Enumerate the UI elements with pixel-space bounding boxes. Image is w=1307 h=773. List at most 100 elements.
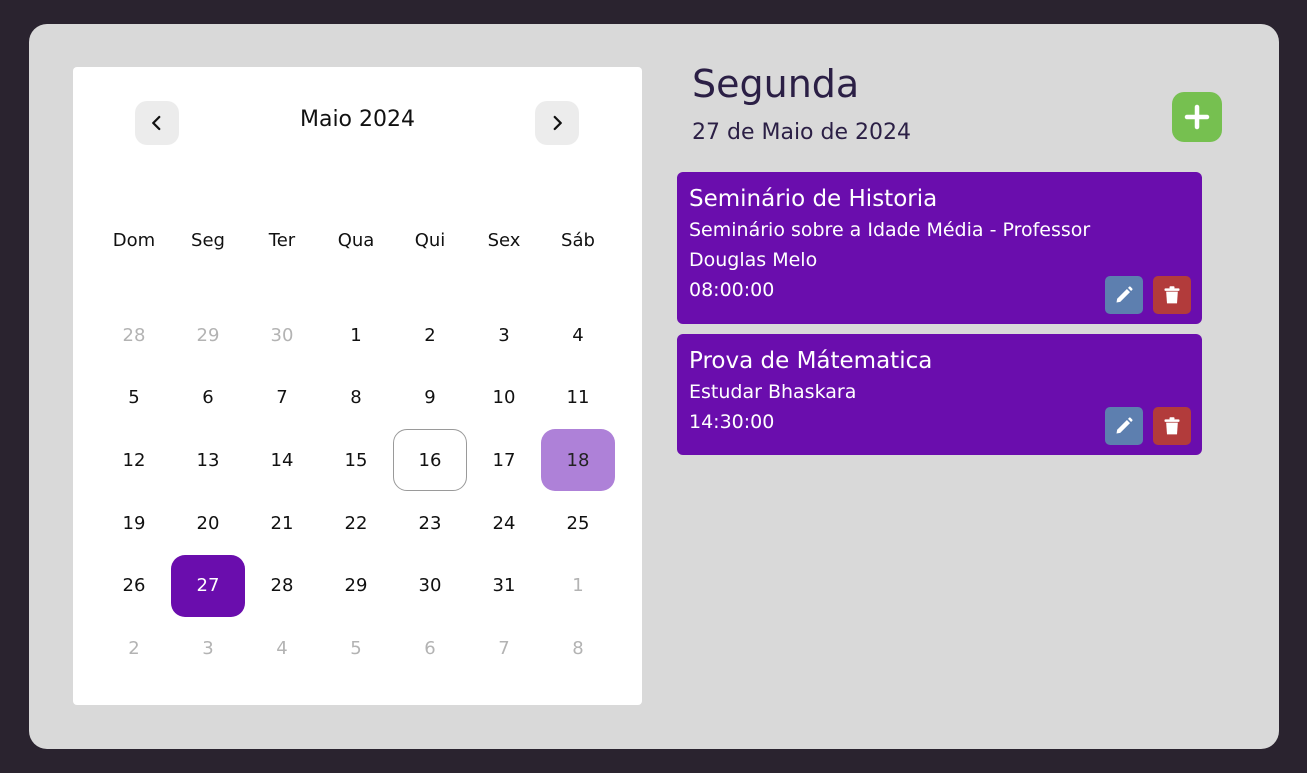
weekday-header: Dom Seg Ter Qua Qui Sex Sáb [97,229,617,253]
calendar-day-number: 31 [492,575,516,597]
calendar-day[interactable]: 17 [467,429,541,492]
calendar-day[interactable]: 3 [467,304,541,367]
calendar-day-number: 24 [492,512,516,534]
calendar-day[interactable]: 28 [97,304,171,367]
trash-icon [1164,417,1180,435]
calendar-day-number: 1 [350,324,362,346]
calendar-day-number: 6 [202,387,214,409]
calendar-day[interactable]: 22 [319,492,393,555]
calendar-day[interactable]: 27 [171,554,245,617]
calendar-day-number: 12 [122,449,146,471]
calendar-day-number: 13 [196,449,220,471]
calendar-day[interactable]: 25 [541,492,615,555]
calendar-day[interactable]: 29 [319,554,393,617]
calendar-day[interactable]: 29 [171,304,245,367]
calendar-day-number: 5 [128,387,140,409]
calendar-day-number: 21 [270,512,294,534]
calendar-day-number: 28 [122,324,146,346]
calendar: Maio 2024 Dom Seg Ter Qua Qui Sex Sáb 28… [73,67,642,705]
calendar-day-number: 23 [418,512,442,534]
event-description: Seminário sobre a Idade Média - Professo… [689,219,1091,271]
calendar-day-number: 25 [566,512,590,534]
calendar-day[interactable]: 20 [171,492,245,555]
calendar-day[interactable]: 7 [245,367,319,430]
calendar-day-number: 8 [572,637,584,659]
calendar-day[interactable]: 4 [245,617,319,680]
calendar-day-number: 5 [350,637,362,659]
calendar-day[interactable]: 16 [393,429,467,492]
calendar-day[interactable]: 9 [393,367,467,430]
calendar-day-number: 20 [196,512,220,534]
selected-full-date: 27 de Maio de 2024 [692,120,911,145]
weekday-label: Qua [337,230,375,251]
calendar-day-number: 2 [424,324,436,346]
calendar-day[interactable]: 2 [97,617,171,680]
calendar-day-number: 7 [276,387,288,409]
calendar-day-number: 30 [418,575,442,597]
delete-event-button[interactable] [1153,276,1191,314]
event-card[interactable]: Seminário de Historia Seminário sobre a … [677,172,1202,324]
event-title: Seminário de Historia [689,186,938,212]
calendar-day[interactable]: 24 [467,492,541,555]
calendar-day-number: 11 [566,387,590,409]
weekday-label: Dom [112,230,156,251]
delete-event-button[interactable] [1153,407,1191,445]
calendar-day-number: 26 [122,575,146,597]
event-actions [1105,407,1191,445]
calendar-day[interactable]: 18 [541,429,615,492]
event-card[interactable]: Prova de Mátematica Estudar Bhaskara 14:… [677,334,1202,455]
weekday-label: Qui [414,230,446,251]
calendar-day[interactable]: 30 [245,304,319,367]
calendar-day[interactable]: 5 [319,617,393,680]
event-title: Prova de Mátematica [689,348,933,374]
chevron-right-icon [553,115,562,131]
calendar-day-number: 30 [270,324,294,346]
weekday-label: Ter [268,230,296,251]
calendar-day-number: 9 [424,387,436,409]
calendar-day[interactable]: 6 [393,617,467,680]
calendar-day[interactable]: 23 [393,492,467,555]
calendar-day[interactable]: 2 [393,304,467,367]
calendar-day[interactable]: 10 [467,367,541,430]
calendar-day[interactable]: 1 [319,304,393,367]
calendar-day-number: 15 [344,449,368,471]
calendar-day-number: 8 [350,387,362,409]
calendar-day-number: 29 [344,575,368,597]
calendar-day[interactable]: 4 [541,304,615,367]
calendar-day[interactable]: 15 [319,429,393,492]
calendar-day[interactable]: 28 [245,554,319,617]
calendar-day-number: 3 [202,637,214,659]
calendar-day-number: 18 [541,429,615,492]
calendar-day[interactable]: 5 [97,367,171,430]
calendar-day[interactable]: 19 [97,492,171,555]
calendar-day[interactable]: 3 [171,617,245,680]
calendar-day[interactable]: 26 [97,554,171,617]
calendar-day[interactable]: 12 [97,429,171,492]
calendar-day[interactable]: 31 [467,554,541,617]
edit-event-button[interactable] [1105,276,1143,314]
weekday-label: Sex [487,230,521,251]
calendar-day[interactable]: 21 [245,492,319,555]
calendar-day[interactable]: 8 [541,617,615,680]
pencil-icon [1116,286,1133,303]
calendar-day[interactable]: 6 [171,367,245,430]
edit-event-button[interactable] [1105,407,1143,445]
calendar-day[interactable]: 30 [393,554,467,617]
calendar-day[interactable]: 1 [541,554,615,617]
add-event-button[interactable] [1172,92,1222,142]
weekday-label: Sáb [561,230,595,251]
next-month-button[interactable] [535,101,579,145]
event-actions [1105,276,1191,314]
days-grid: 28 29 30 1 2 3 4 5 6 7 8 9 10 11 12 13 14 15 16 17 18 19 20 21 2… [97,304,617,680]
calendar-day-number: 3 [498,324,510,346]
calendar-day[interactable]: 14 [245,429,319,492]
weekday-label: Seg [191,230,225,251]
calendar-day-number: 27 [171,554,245,617]
calendar-day[interactable]: 7 [467,617,541,680]
plus-icon [1184,104,1210,130]
calendar-day[interactable]: 8 [319,367,393,430]
calendar-day[interactable]: 11 [541,367,615,430]
calendar-day-number: 29 [196,324,220,346]
calendar-day-number: 2 [128,637,140,659]
calendar-day[interactable]: 13 [171,429,245,492]
